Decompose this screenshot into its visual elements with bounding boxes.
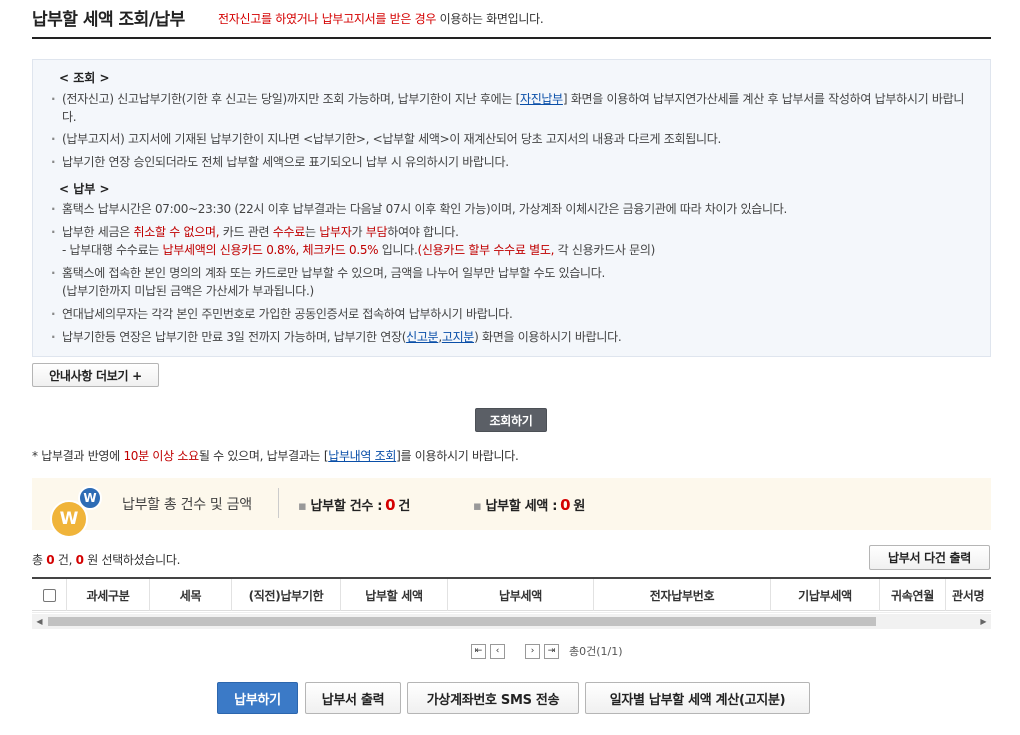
count-text: 건, <box>54 553 76 567</box>
summary-amount-value: 0 <box>560 496 571 514</box>
summary-amount-unit: 원 <box>573 499 585 514</box>
col-e-payment-number[interactable]: 전자납부번호 <box>593 579 770 611</box>
tax-table: 과세구분 세목 (직전)납부기한 납부할 세액 납부세액 전자납부번호 기납부세… <box>32 577 991 629</box>
note-highlight: 10분 이상 소요 <box>123 449 199 463</box>
send-sms-button[interactable]: 가상계좌번호 SMS 전송 <box>407 682 579 714</box>
note-text: 될 수 있으며, 납부결과는 [ <box>198 449 329 463</box>
select-all-checkbox[interactable] <box>42 588 56 602</box>
guide-bullet: 납부기한 연장 승인되더라도 전체 납부할 세액으로 표기되오니 납부 시 유의… <box>51 153 976 171</box>
count-text: 총 <box>32 553 47 567</box>
count-selected: 0 <box>75 553 84 567</box>
result-note: * 납부결과 반영에 10분 이상 소요될 수 있으며, 납부결과는 [납부내역… <box>32 447 519 464</box>
title-note: 전자신고를 하였거나 납부고지서를 받은 경우 이용하는 화면입니다. <box>218 10 544 27</box>
payment-history-link[interactable]: 납부내역 조회 <box>328 449 396 463</box>
bullet-highlight: (신용카드 할부 수수료 별도, <box>417 243 555 257</box>
col-office-name[interactable]: 관서명 <box>945 579 991 611</box>
bullet-highlight: 부담 <box>365 225 388 239</box>
summary-box: W W 납부할 총 건수 및 금액 ▪ 납부할 건수 :0건 ▪ 납부할 세액 :0… <box>32 478 991 538</box>
summary-count-unit: 건 <box>398 499 410 514</box>
guide-bullet: (납부고지서) 고지서에 기재된 납부기한이 지나면 <납부기한>, <납부할 … <box>51 130 976 148</box>
title-note-highlight: 전자신고를 하였거나 납부고지서를 받은 경우 <box>218 12 437 26</box>
bullet-dot-icon: ▪ <box>473 499 482 514</box>
prev-page-icon[interactable]: ‹ <box>490 643 505 659</box>
bullet-text: 홈택스에 접속한 본인 명의의 계좌 또는 카드로만 납부할 수 있으며, 금액… <box>62 266 606 280</box>
query-button[interactable]: 조회하기 <box>475 408 547 432</box>
last-page-icon[interactable]: ⇥ <box>544 643 559 659</box>
bullet-highlight: 납부세액의 신용카드 0.8%, 체크카드 0.5% <box>162 243 379 257</box>
note-text: * 납부결과 반영에 <box>32 449 124 463</box>
guide-bullet: 홈택스에 접속한 본인 명의의 계좌 또는 카드로만 납부할 수 있으며, 금액… <box>51 264 976 300</box>
col-tax-paid[interactable]: 납부세액 <box>447 579 593 611</box>
notice-extension-link[interactable]: 고지분 <box>442 330 475 344</box>
guide-bullet: 홈택스 납부시간은 07:00~23:30 (22시 이후 납부결과는 다음날 … <box>51 200 976 218</box>
bullet-text: 입니다. <box>378 243 418 257</box>
summary-label: 납부할 총 건수 및 금액 <box>122 497 252 513</box>
print-multiple-bills-button[interactable]: 납부서 다건 출력 <box>869 545 990 570</box>
bullet-text: 각 신용카드사 문의) <box>554 243 656 257</box>
pagination: ⇤ ‹ › ⇥ 총0건(1/1) <box>471 643 623 659</box>
self-pay-link[interactable]: 자진납부 <box>520 92 563 106</box>
guide-bullet: 납부한 세금은 취소할 수 없으며, 카드 관련 수수료는 납부자가 부담하여야… <box>51 223 976 259</box>
bullet-text: ) 화면을 이용하시기 바랍니다. <box>474 330 622 344</box>
bullet-text: - 납부대행 수수료는 <box>62 243 163 257</box>
bullet-highlight: 수수료 <box>272 225 306 239</box>
note-text: ]를 이용하시기 바랍니다. <box>396 449 519 463</box>
print-bill-button[interactable]: 납부서 출력 <box>305 682 401 714</box>
col-prepaid-tax[interactable]: 기납부세액 <box>770 579 879 611</box>
title-bar: 납부할 세액 조회/납부 전자신고를 하였거나 납부고지서를 받은 경우 이용하… <box>32 0 991 39</box>
bullet-text: 납부기한등 연장은 납부기한 만료 3일 전까지 가능하며, 납부기한 연장( <box>62 330 407 344</box>
selection-count: 총 0 건, 0 원 선택하셨습니다. <box>32 551 180 568</box>
daily-tax-calc-button[interactable]: 일자별 납부할 세액 계산(고지분) <box>585 682 810 714</box>
bullet-text: 가 <box>351 225 366 239</box>
bullet-dot-icon: ▪ <box>298 499 307 514</box>
page-title: 납부할 세액 조회/납부 <box>32 10 185 30</box>
col-amount-due[interactable]: 납부할 세액 <box>340 579 447 611</box>
page-info: 총0건(1/1) <box>569 645 623 658</box>
scroll-right-icon[interactable]: ▶ <box>976 614 991 629</box>
table-empty-row <box>32 611 991 613</box>
count-text: 원 선택하셨습니다. <box>83 553 181 567</box>
bullet-text: (납부기한까지 미납된 금액은 가산세가 부과됩니다.) <box>62 284 314 298</box>
table-header: 과세구분 세목 (직전)납부기한 납부할 세액 납부세액 전자납부번호 기납부세… <box>32 579 991 611</box>
report-extension-link[interactable]: 신고분 <box>406 330 439 344</box>
inquiry-section-head: < 조회 > <box>59 71 110 85</box>
guide-bullet: (전자신고) 신고납부기한(기한 후 신고는 당일)까지만 조회 가능하며, 납… <box>51 90 976 126</box>
col-due-date[interactable]: (직전)납부기한 <box>231 579 340 611</box>
guide-bullet: 연대납세의무자는 각각 본인 주민번호로 가입한 공동인증서로 접속하여 납부하… <box>51 305 976 323</box>
bullet-highlight: 납부자 <box>319 225 352 239</box>
bullet-highlight: 취소할 수 없으며, <box>133 225 220 239</box>
pay-button[interactable]: 납부하기 <box>217 682 298 714</box>
summary-amount-label: 납부할 세액 : <box>485 499 558 514</box>
summary-divider <box>278 488 279 518</box>
coin-logo-small-icon: W <box>78 486 102 510</box>
bullet-text: 카드 관련 <box>219 225 273 239</box>
bullet-text: (전자신고) 신고납부기한(기한 후 신고는 당일)까지만 조회 가능하며, 납… <box>62 92 520 106</box>
horizontal-scrollbar[interactable]: ◀ ▶ <box>32 614 991 629</box>
guide-bullet: 납부기한등 연장은 납부기한 만료 3일 전까지 가능하며, 납부기한 연장(신… <box>51 328 976 346</box>
bullet-text: 는 <box>304 225 320 239</box>
scroll-thumb[interactable] <box>48 617 876 626</box>
summary-count-label: 납부할 건수 : <box>310 499 383 514</box>
bullet-text: 납부한 세금은 <box>62 225 134 239</box>
col-tax-item[interactable]: 세목 <box>149 579 231 611</box>
title-note-text: 이용하는 화면입니다. <box>436 12 544 26</box>
first-page-icon[interactable]: ⇤ <box>471 643 486 659</box>
summary-amount: ▪ 납부할 세액 :0원 <box>473 495 585 514</box>
scroll-left-icon[interactable]: ◀ <box>32 614 47 629</box>
next-page-icon[interactable]: › <box>525 643 540 659</box>
guide-box: < 조회 > (전자신고) 신고납부기한(기한 후 신고는 당일)까지만 조회 … <box>32 59 991 357</box>
pay-section-head: < 납부 > <box>59 182 110 196</box>
summary-count-value: 0 <box>385 496 396 514</box>
select-all-cell <box>32 579 66 611</box>
col-tax-category[interactable]: 과세구분 <box>66 579 149 611</box>
show-more-guide-button[interactable]: 안내사항 더보기 + <box>32 363 159 387</box>
col-attribution-month[interactable]: 귀속연월 <box>879 579 945 611</box>
bullet-text: 하여야 합니다. <box>387 225 459 239</box>
summary-count: ▪ 납부할 건수 :0건 <box>298 495 410 514</box>
